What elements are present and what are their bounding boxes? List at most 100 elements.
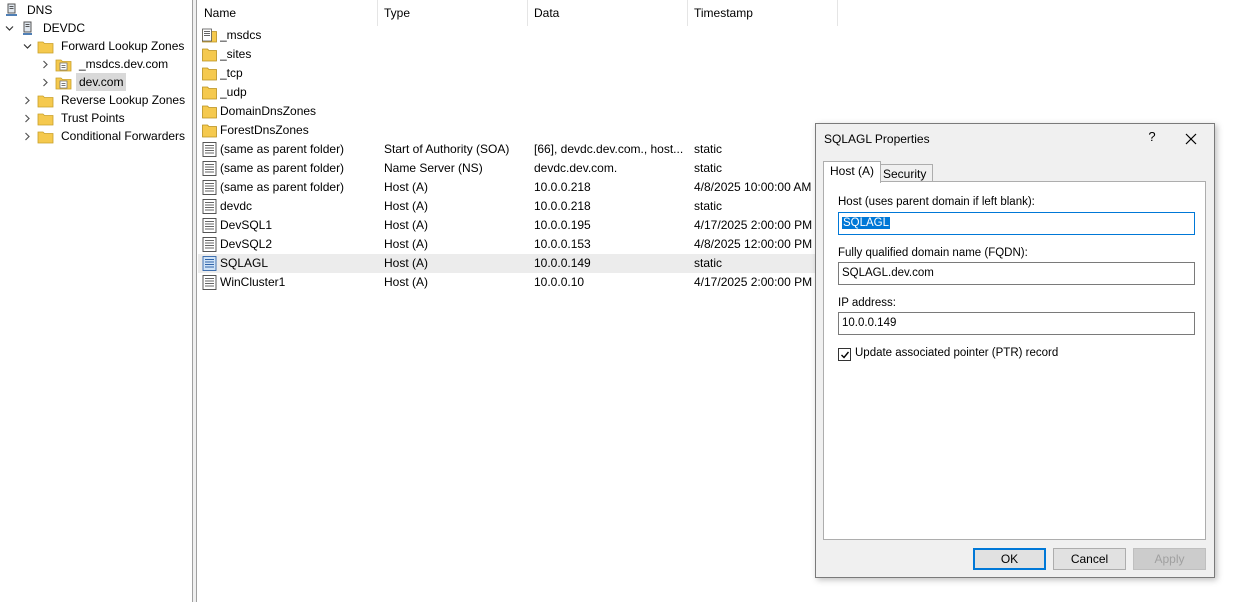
ip-address-input[interactable]: 10.0.0.149 [838, 312, 1195, 335]
tree-label-dev-zone: dev.com [76, 73, 127, 91]
tree-label-conditional-forwarders: Conditional Forwarders [61, 129, 186, 143]
table-row[interactable]: (same as parent folder) Host (A) 10.0.0.21… [198, 178, 818, 197]
dialog-title: SQLAGL Properties [824, 132, 930, 146]
tree-label-devdc: DEVDC [43, 21, 86, 35]
close-button[interactable] [1178, 128, 1204, 150]
record-icon [202, 237, 217, 252]
ok-button[interactable]: OK [973, 548, 1046, 570]
apply-button[interactable]: Apply [1133, 548, 1206, 570]
cell-name: _udp [220, 85, 247, 99]
table-row[interactable]: DevSQL2 Host (A) 10.0.0.153 4/8/2025 12:00:… [198, 235, 818, 254]
cell-timestamp: static [694, 161, 723, 175]
table-row[interactable]: WinCluster1 Host (A) 10.0.0.10 4/17/2025 2:… [198, 273, 818, 292]
tree-label-forward-zones: Forward Lookup Zones [61, 39, 185, 53]
cell-name: DomainDnsZones [220, 104, 317, 118]
table-row[interactable]: DomainDnsZones [198, 102, 818, 121]
cell-name: (same as parent folder) [220, 142, 345, 156]
column-header-data[interactable]: Data [528, 0, 688, 26]
tree-node-dns[interactable]: DNS [3, 1, 55, 19]
tree-node-conditional-forwarders[interactable]: Conditional Forwarders [21, 127, 188, 145]
host-label: Host (uses parent domain if left blank): [838, 196, 1035, 208]
close-icon [1185, 133, 1197, 145]
cell-name: DevSQL1 [220, 218, 273, 232]
cell-data: 10.0.0.218 [534, 199, 591, 213]
ptr-checkbox-label[interactable]: Update associated pointer (PTR) record [855, 347, 1058, 359]
delegated-folder-icon [202, 28, 217, 43]
cell-type: Host (A) [384, 256, 429, 270]
cell-name: _msdcs [220, 28, 262, 42]
table-row[interactable]: SQLAGL Host (A) 10.0.0.149 static [198, 254, 818, 273]
column-header-timestamp[interactable]: Timestamp [688, 0, 838, 26]
table-row[interactable]: ForestDnsZones [198, 121, 818, 140]
column-header-name[interactable]: Name [198, 0, 378, 26]
fqdn-label: Fully qualified domain name (FQDN): [838, 247, 1028, 259]
chevron-down-icon[interactable] [21, 37, 33, 55]
host-tab-panel: Host (uses parent domain if left blank):… [823, 181, 1206, 540]
folder-icon [37, 113, 54, 125]
host-input-value: SQLAGL [842, 217, 891, 229]
pane-splitter[interactable] [193, 0, 197, 602]
folder-icon [202, 124, 217, 138]
folder-icon [202, 86, 217, 100]
cell-name: _tcp [220, 66, 243, 80]
cell-type: Name Server (NS) [384, 161, 483, 175]
tree-node-reverse-lookup-zones[interactable]: Reverse Lookup Zones [21, 91, 188, 109]
tree-label-dns: DNS [27, 3, 53, 17]
table-row[interactable]: (same as parent folder) Name Server (NS) d… [198, 159, 818, 178]
record-icon [202, 180, 217, 195]
zone-icon [55, 77, 72, 89]
record-icon [202, 142, 217, 157]
chevron-right-icon[interactable] [39, 73, 51, 91]
chevron-right-icon[interactable] [21, 91, 33, 109]
tree-node-forward-lookup-zones[interactable]: Forward Lookup Zones [21, 37, 187, 55]
tree-node-trust-points[interactable]: Trust Points [21, 109, 128, 127]
chevron-right-icon[interactable] [21, 109, 33, 127]
record-icon [202, 256, 217, 271]
table-row[interactable]: _udp [198, 83, 818, 102]
help-button[interactable]: ? [1142, 129, 1162, 144]
table-row[interactable]: DevSQL1 Host (A) 10.0.0.195 4/17/2025 2:00:… [198, 216, 818, 235]
folder-icon [37, 41, 54, 53]
column-header-type[interactable]: Type [378, 0, 528, 26]
ip-address-label: IP address: [838, 297, 896, 309]
record-icon [202, 275, 217, 290]
server-icon [23, 21, 32, 35]
chevron-right-icon[interactable] [21, 127, 33, 145]
cell-timestamp: static [694, 199, 723, 213]
cell-timestamp: 4/8/2025 12:00:00 PM [694, 237, 813, 251]
cell-data: devdc.dev.com. [534, 161, 618, 175]
cell-type: Host (A) [384, 199, 429, 213]
chevron-right-icon[interactable] [39, 55, 51, 73]
table-row[interactable]: devdc Host (A) 10.0.0.218 static [198, 197, 818, 216]
record-icon [202, 199, 217, 214]
tree-node-dev-zone[interactable]: dev.com [39, 73, 127, 91]
cell-timestamp: 4/8/2025 10:00:00 AM [694, 180, 812, 194]
cell-name: SQLAGL [220, 256, 269, 270]
zone-icon [55, 59, 72, 71]
cell-type: Start of Authority (SOA) [384, 142, 510, 156]
table-row[interactable]: _msdcs [198, 26, 818, 45]
cell-timestamp: static [694, 256, 723, 270]
cell-data: 10.0.0.149 [534, 256, 591, 270]
ptr-checkbox[interactable] [838, 348, 851, 361]
cell-data: 10.0.0.218 [534, 180, 591, 194]
tree-label-trust-points: Trust Points [61, 111, 125, 125]
tree-node-devdc[interactable]: DEVDC [3, 19, 88, 37]
table-row[interactable]: _sites [198, 45, 818, 64]
host-input[interactable]: SQLAGL [838, 212, 1195, 235]
table-row[interactable]: _tcp [198, 64, 818, 83]
folder-icon [202, 67, 217, 81]
folder-icon [37, 131, 54, 143]
fqdn-field[interactable]: SQLAGL.dev.com [838, 262, 1195, 285]
cell-data: [66], devdc.dev.com., host... [534, 142, 684, 156]
chevron-down-icon[interactable] [3, 19, 15, 37]
table-row[interactable]: (same as parent folder) Start of Authorit… [198, 140, 818, 159]
folder-icon [37, 95, 54, 107]
record-icon [202, 161, 217, 176]
tab-host-a[interactable]: Host (A) [823, 161, 882, 183]
cell-name: (same as parent folder) [220, 161, 345, 175]
cell-name: ForestDnsZones [220, 123, 309, 137]
cancel-button[interactable]: Cancel [1053, 548, 1126, 570]
cell-type: Host (A) [384, 237, 429, 251]
tree-node-msdcs-zone[interactable]: _msdcs.dev.com [39, 55, 171, 73]
